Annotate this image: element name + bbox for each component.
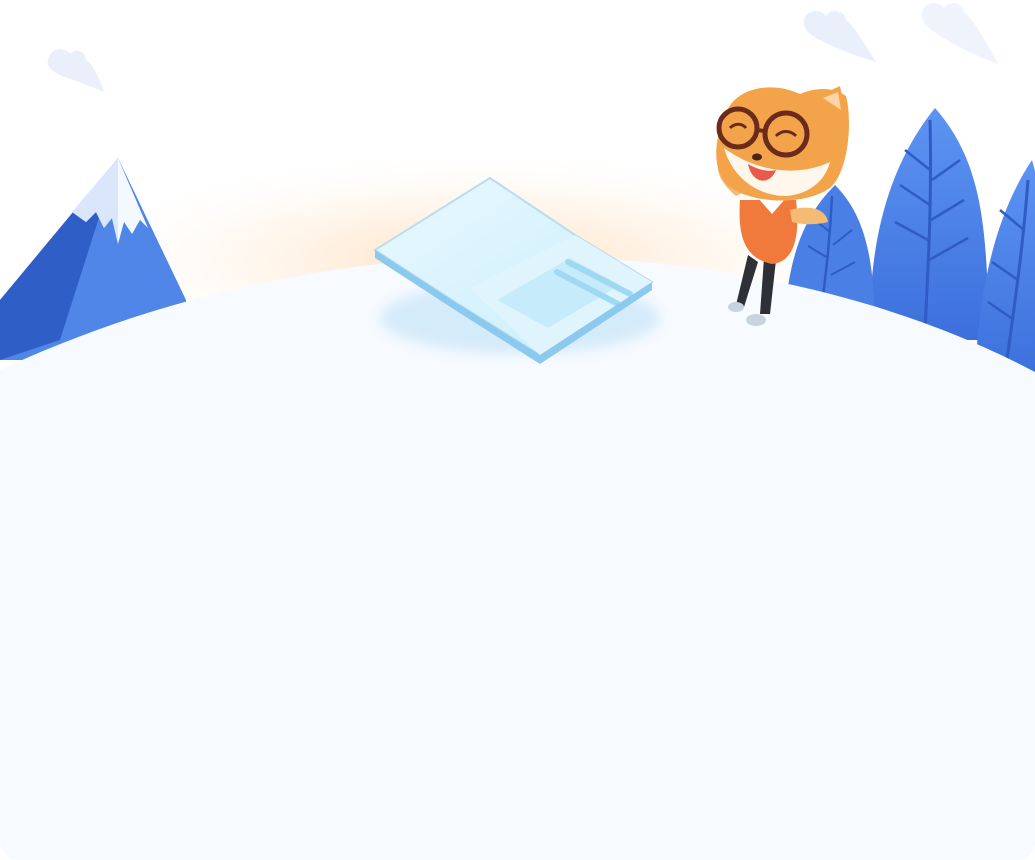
content-panel <box>0 380 1035 860</box>
tree-icon <box>869 108 990 340</box>
illustration-scene <box>0 0 1035 860</box>
cloud-icon <box>803 11 876 63</box>
cloud-icon <box>47 49 104 92</box>
cloud-icon <box>921 3 998 65</box>
